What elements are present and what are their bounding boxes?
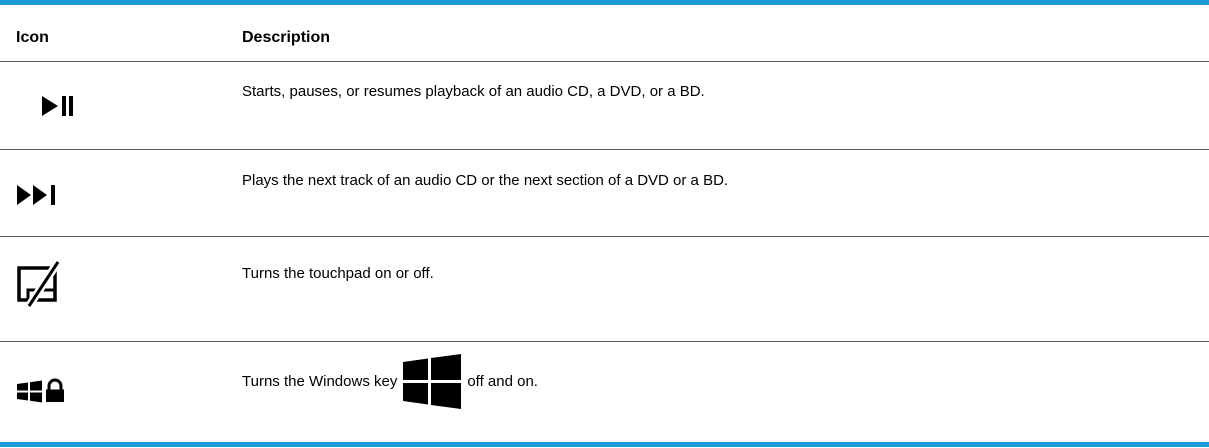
play-pause-icon bbox=[16, 85, 96, 125]
row-description: Starts, pauses, or resumes playback of a… bbox=[242, 83, 705, 100]
table-row: Turns the Windows key off and on. bbox=[0, 342, 1209, 442]
windows-lock-icon bbox=[16, 372, 96, 412]
windows-logo-icon bbox=[403, 354, 462, 410]
table-row: Starts, pauses, or resumes playback of a… bbox=[0, 62, 1209, 149]
column-header-icon: Icon bbox=[16, 29, 49, 46]
row-description: Turns the Windows key off and on. bbox=[242, 353, 538, 411]
column-header-description: Description bbox=[242, 29, 331, 46]
description-text-after: off and on. bbox=[467, 373, 538, 390]
next-track-icon bbox=[16, 174, 96, 214]
table-row: Turns the touchpad on or off. bbox=[0, 237, 1209, 341]
table-bottom-rule bbox=[0, 442, 1209, 447]
row-description: Turns the touchpad on or off. bbox=[242, 265, 434, 282]
row-description: Plays the next track of an audio CD or t… bbox=[242, 172, 729, 189]
table-row: Plays the next track of an audio CD or t… bbox=[0, 150, 1209, 236]
touchpad-toggle-icon bbox=[16, 259, 96, 309]
function-keys-table: Icon Description Starts, pauses, or resu… bbox=[0, 0, 1209, 448]
description-text-before: Turns the Windows key bbox=[242, 373, 398, 390]
table-header-row: Icon Description bbox=[0, 5, 1209, 61]
